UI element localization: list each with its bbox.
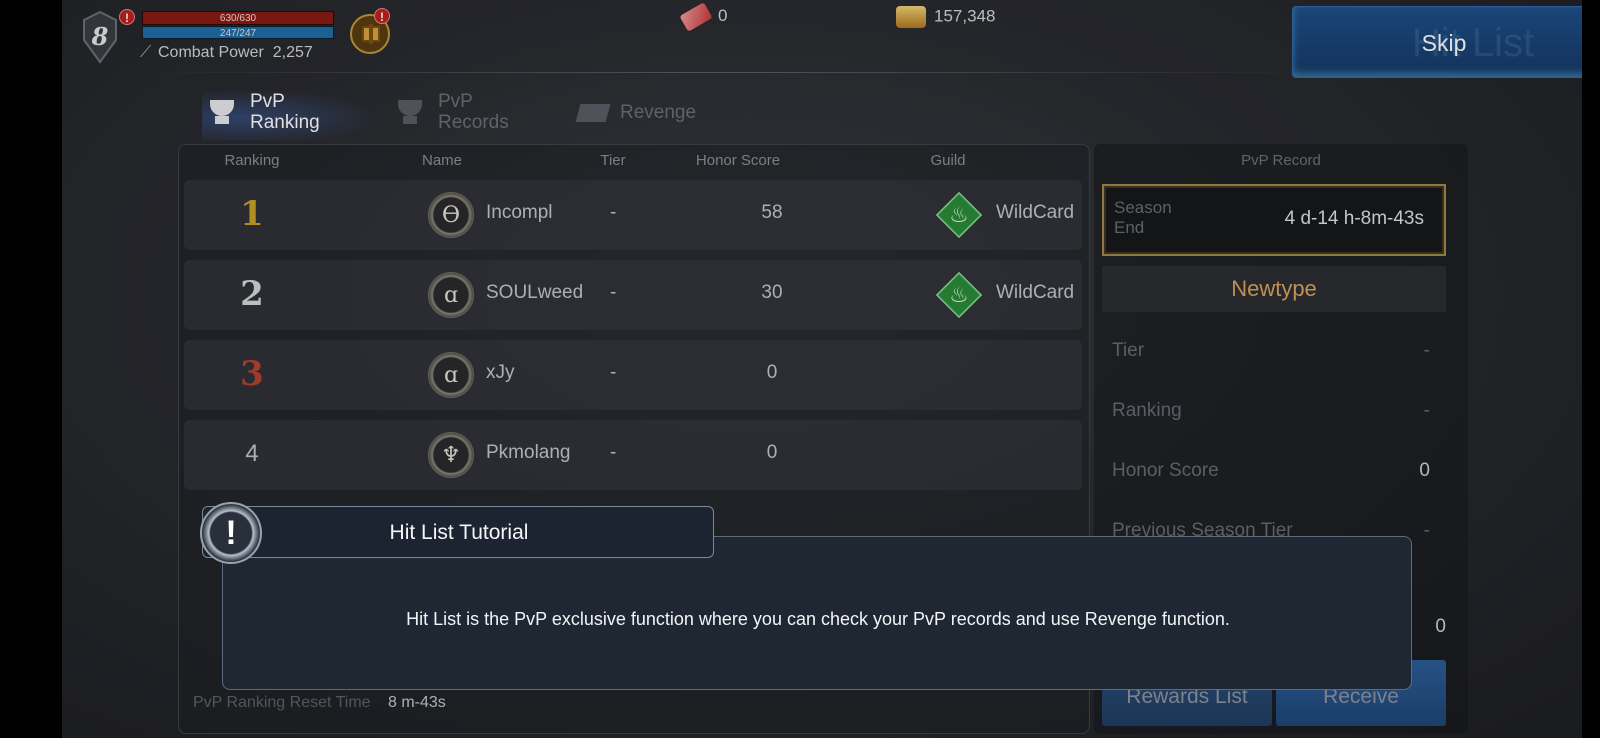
player-tier: - — [610, 282, 617, 303]
right-letterbox — [1582, 0, 1600, 738]
mp-bar: 247/247 — [142, 26, 334, 39]
header-divider — [124, 72, 1324, 73]
gift-alert-icon: ! — [374, 8, 390, 24]
tab-revenge-label: Revenge — [620, 101, 697, 123]
combat-power: ⟋ Combat Power 2,257 — [140, 44, 313, 62]
rank-number: 4 — [245, 440, 259, 467]
stat-tier-value: - — [1423, 340, 1430, 361]
tab-pvp-ranking-line1: PvP — [250, 91, 285, 112]
combat-power-value: 2,257 — [272, 44, 313, 61]
ticket-icon — [679, 1, 713, 32]
player-tier: - — [610, 442, 617, 463]
player-tier: - — [610, 362, 617, 383]
gold-count: 157,348 — [934, 6, 996, 26]
tab-pvp-ranking-line2: Ranking — [250, 112, 320, 133]
header-name: Name — [421, 152, 462, 169]
honor-score: 0 — [766, 442, 778, 463]
tutorial-title: Hit List Tutorial — [389, 521, 529, 544]
player-name: SOULweed — [486, 282, 584, 303]
season-end-label: Season End — [1114, 198, 1172, 237]
stat-tier-label: Tier — [1112, 340, 1145, 361]
ranking-row[interactable]: 1 ϴ Incompl - 58 ♨ WildCard — [184, 180, 1082, 250]
left-letterbox — [0, 0, 62, 738]
records-icon — [394, 98, 426, 126]
stat-honor-value: 0 — [1419, 460, 1430, 481]
tutorial-dialog[interactable]: Hit List is the PvP exclusive function w… — [222, 536, 1412, 690]
player-name: Pkmolang — [486, 442, 571, 463]
honor-score: 58 — [761, 202, 783, 223]
honor-score: 0 — [766, 362, 778, 383]
trophy-icon — [206, 98, 238, 126]
rank-number: 3 — [240, 354, 264, 394]
sword-icon: ⟋ — [140, 44, 152, 61]
tab-pvp-records-line1: PvP — [438, 91, 473, 112]
header-honor-score: Honor Score — [695, 152, 781, 169]
player-emblem-icon: ɑ — [428, 272, 474, 318]
player-name: Incompl — [486, 202, 553, 223]
hp-value: 630/630 — [219, 13, 257, 24]
season-end-value: 4 d-14 h-8m-43s — [1284, 208, 1424, 229]
stat-honor-label: Honor Score — [1112, 460, 1219, 481]
tab-revenge[interactable]: Revenge — [575, 82, 697, 142]
reward-count: 0 — [1435, 616, 1446, 637]
tab-pvp-records-line2: Records — [438, 112, 509, 133]
rank-number: 2 — [240, 274, 264, 314]
mp-value: 247/247 — [219, 28, 257, 39]
ticket-count: 0 — [718, 6, 728, 25]
player-name: xJy — [486, 362, 515, 383]
ranking-row[interactable]: 3 ɑ xJy - 0 — [184, 340, 1082, 410]
tutorial-header: Hit List Tutorial — [202, 506, 714, 558]
gold-resource: 157,348 — [896, 6, 995, 28]
player-level: 8 — [91, 22, 109, 51]
honor-score: 30 — [761, 282, 783, 303]
player-name-banner: Newtype — [1102, 266, 1446, 312]
level-alert-icon: ! — [119, 9, 135, 25]
season-end-box: Season End 4 d-14 h-8m-43s — [1102, 184, 1446, 256]
player-emblem-icon: ϴ — [428, 192, 474, 238]
header-ranking: Ranking — [224, 152, 280, 169]
guild-flame-icon: ♨ — [949, 202, 969, 227]
ticket-resource: 0 — [679, 1, 728, 32]
ranking-row[interactable]: 4 ♆ Pkmolang - 0 — [184, 420, 1082, 490]
hit-list-title-ghost: Hit List — [1411, 21, 1535, 65]
stat-ranking-value: - — [1423, 400, 1430, 421]
combat-power-label: Combat Power — [158, 44, 264, 61]
guild-flame-icon: ♨ — [949, 282, 969, 307]
gold-icon — [896, 6, 926, 28]
exclamation-icon: ! — [200, 502, 262, 564]
tutorial-text: Hit List is the PvP exclusive function w… — [406, 609, 1230, 629]
skip-button[interactable]: Hit List Skip — [1292, 6, 1582, 78]
revenge-icon — [575, 98, 611, 126]
guild-name: WildCard — [996, 202, 1075, 223]
player-emblem-icon: ♆ — [428, 432, 474, 478]
player-tier: - — [610, 202, 617, 223]
guild-name: WildCard — [996, 282, 1075, 303]
stat-prev-tier-value: - — [1423, 520, 1430, 541]
skip-label: Skip — [1421, 30, 1467, 56]
ranking-row[interactable]: 2 ɑ SOULweed - 30 ♨ WildCard — [184, 260, 1082, 330]
rank-number: 1 — [240, 194, 264, 234]
stat-ranking-label: Ranking — [1112, 400, 1182, 421]
tab-pvp-ranking[interactable]: PvP Ranking — [206, 82, 320, 142]
header-guild: Guild — [930, 152, 966, 169]
reset-time-value: 8 m-43s — [388, 694, 446, 711]
tab-pvp-records[interactable]: PvP Records — [394, 82, 509, 142]
hp-bar: 630/630 — [142, 11, 334, 25]
player-emblem-icon: ɑ — [428, 352, 474, 398]
pvp-record-title: PvP Record — [1241, 152, 1321, 169]
header-tier: Tier — [600, 152, 626, 169]
hit-list-screen: 8 ! 630/630 247/247 ⟋ Combat Power 2,257 … — [62, 0, 1582, 738]
reset-time-label: PvP Ranking Reset Time — [193, 694, 371, 711]
